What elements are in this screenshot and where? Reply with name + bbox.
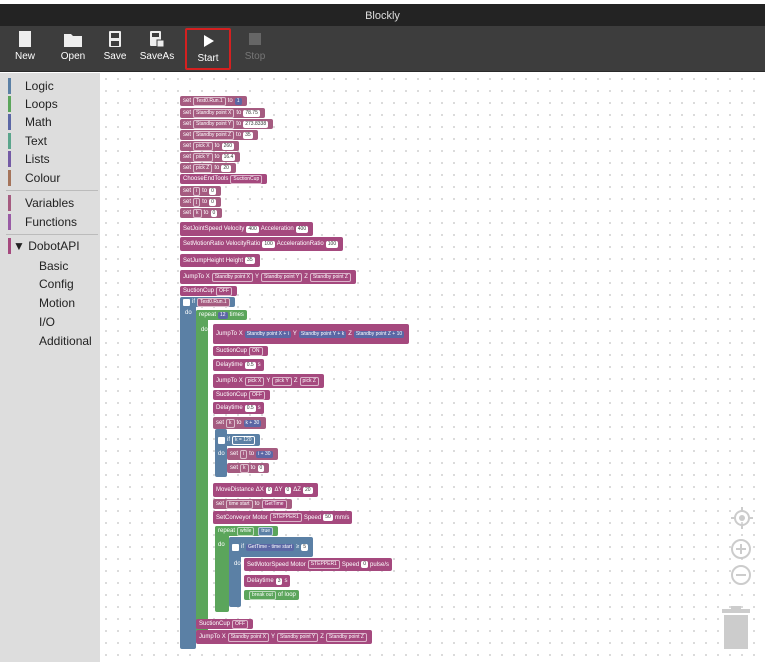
category-colour[interactable]: Colour [8,169,60,187]
break-loop-block[interactable]: break out of loop [244,590,299,600]
set-jump-height-block[interactable]: SetJumpHeight Height 35 [180,254,260,267]
suction-cup-block[interactable]: SuctionCup ON [213,346,268,356]
repeat-block[interactable]: repeat 12 times [196,310,247,320]
do-label: do [218,451,225,457]
if-block[interactable]: if Test0.Run.1 [180,297,235,307]
jump-to-block[interactable]: JumpTo Xpick X Ypick Y Zpick Z [213,374,324,388]
set-block[interactable]: set i to 0 [180,186,221,196]
category-motion[interactable]: Motion [39,296,75,310]
if-block[interactable]: if GetTime - time start ≥5 [229,537,314,557]
saveas-button[interactable]: SaveAs [139,30,175,68]
category-basic[interactable]: Basic [39,259,68,273]
set-block[interactable]: set k to 0 [227,463,270,473]
repeat-block-body[interactable] [196,310,208,632]
delay-block[interactable]: Delaytime 0.5 s [213,359,264,371]
zoom-out-icon[interactable] [730,564,752,586]
category-math[interactable]: Math [8,113,52,131]
do-label: do [218,542,225,548]
delay-block[interactable]: Delaytime 3 s [244,575,291,587]
set-block[interactable]: set pick Yto 16.4 [180,152,241,162]
stop-button[interactable]: Stop [241,30,269,68]
do-label: do [201,327,208,333]
gear-icon[interactable] [218,436,225,444]
repeat-while-block[interactable]: repeat while true [215,526,279,536]
play-icon [204,35,214,47]
toolbar: New Open Save SaveAs Start Stop [0,26,765,72]
move-distance-block[interactable]: MoveDistance ΔX 0 ΔY 0 ΔZ 20 [213,483,318,497]
set-block[interactable]: set k to 0 [180,208,223,218]
separator [6,234,98,235]
zoom-in-icon[interactable] [730,538,752,560]
set-block[interactable]: set Test0.Run.1 to 1 [180,96,247,106]
repeat-while-body[interactable] [215,526,229,612]
category-additional[interactable]: Additional [39,334,92,348]
set-block[interactable]: set Standby point Xto 78.75 [180,108,265,118]
category-functions[interactable]: Functions [8,213,77,231]
category-lists[interactable]: Lists [8,150,50,168]
category-dobotapi[interactable]: ▼ DobotAPI [8,237,80,255]
gear-icon[interactable] [183,298,190,306]
save-button[interactable]: Save [101,30,129,68]
new-file-icon [19,31,31,47]
set-block[interactable]: set Standby point Zto 35 [180,130,258,140]
save-as-icon [150,31,165,48]
blockly-workspace[interactable]: set Test0.Run.1 to 1 set Standby point Xto 78… [100,73,765,662]
recenter-icon[interactable] [730,506,754,530]
suction-cup-block[interactable]: SuctionCup OFF [180,286,238,296]
category-config[interactable]: Config [39,277,74,291]
toolbox-sidebar: Logic Loops Math Text Lists Colour Varia… [0,73,100,662]
save-icon [109,31,121,47]
set-block[interactable]: set j to 0 [180,197,221,207]
new-button[interactable]: New [12,30,38,68]
set-motion-ratio-block[interactable]: SetMotionRatio VelocityRatio 100 Accelerat… [180,237,344,251]
set-motor-speed-block[interactable]: SetMotorSpeed Motor STEPPER1 Speed 0 pulse/s [244,558,392,571]
set-conveyor-block[interactable]: SetConveyor Motor STEPPER1 Speed 50 mm/s [213,511,353,524]
set-block[interactable]: set i to i + 30 [227,448,278,460]
gear-icon[interactable] [232,543,239,551]
start-button[interactable]: Start [185,28,231,70]
category-logic[interactable]: Logic [8,77,54,95]
set-joint-speed-block[interactable]: SetJointSpeed Velocity 400 Acceleration 400 [180,222,314,236]
if-block-body[interactable] [180,299,196,649]
suction-cup-block[interactable]: SuctionCup OFF [196,619,254,629]
jump-to-block[interactable]: JumpTo X Standby point X + i Y Standby poin… [213,324,410,344]
category-loops[interactable]: Loops [8,95,58,113]
set-block[interactable]: set time start to GetTime [213,499,292,509]
category-variables[interactable]: Variables [8,194,74,212]
set-block[interactable]: set Standby point Yto 273.8338 [180,119,274,129]
trash-icon[interactable] [720,606,752,651]
jump-to-block[interactable]: JumpTo X Standby point X Y Standby point YZ… [196,630,372,644]
window-title: Blockly [365,10,400,22]
category-text[interactable]: Text [8,132,47,150]
if-block[interactable]: if k = 120 [215,434,260,446]
title-bar: Blockly [0,0,765,26]
stop-icon [249,33,261,45]
suction-cup-block[interactable]: SuctionCup OFF [213,390,271,400]
set-block[interactable]: set pick Xto 260 [180,141,239,151]
do-label: do [185,310,192,316]
delay-block[interactable]: Delaytime 0.5 s [213,402,264,414]
do-label: do [234,561,241,567]
folder-icon [64,34,82,47]
category-io[interactable]: I/O [39,315,55,329]
set-block[interactable]: set k to k + 30 [213,417,267,429]
open-button[interactable]: Open [58,30,88,68]
separator [6,190,98,191]
jump-to-block[interactable]: JumpTo X Standby point X Y Standby point YZ… [180,270,356,284]
set-block[interactable]: set pick Zto 20 [180,163,236,173]
choose-end-tools-block[interactable]: ChooseEndTools SuctionCup [180,174,268,184]
